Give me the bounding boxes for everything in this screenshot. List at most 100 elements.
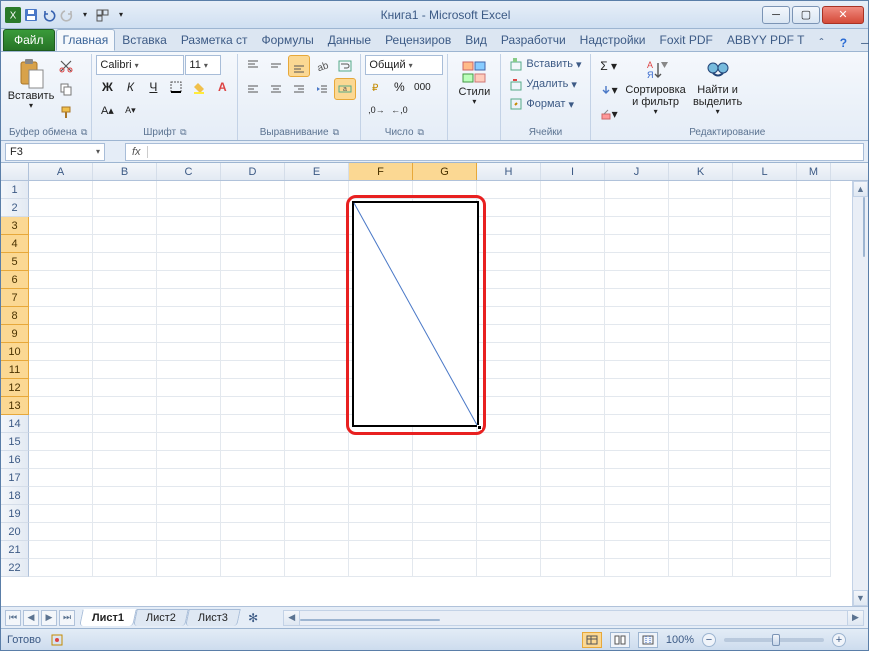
ribbon-tab-7[interactable]: Разработчи (494, 29, 573, 51)
sort-filter-button[interactable]: АЯ Сортировка и фильтр▾ (625, 55, 687, 120)
cell[interactable] (541, 253, 605, 271)
cell[interactable] (797, 541, 831, 559)
cell[interactable] (477, 199, 541, 217)
cell[interactable] (413, 379, 477, 397)
row-header[interactable]: 11 (1, 361, 29, 379)
column-header[interactable]: G (413, 163, 477, 180)
cell[interactable] (733, 415, 797, 433)
cell[interactable] (669, 289, 733, 307)
cell[interactable] (797, 217, 831, 235)
cell[interactable] (413, 217, 477, 235)
font-size-combo[interactable]: 11▾ (185, 55, 221, 75)
cell[interactable] (733, 523, 797, 541)
cell[interactable] (157, 523, 221, 541)
page-layout-view-icon[interactable] (610, 632, 630, 648)
cell[interactable] (605, 289, 669, 307)
cell[interactable] (733, 361, 797, 379)
sheet-tab[interactable]: Лист3 (185, 609, 241, 626)
currency-icon[interactable]: ₽ (365, 76, 387, 98)
cell[interactable] (221, 541, 285, 559)
cell[interactable] (797, 307, 831, 325)
cell[interactable] (93, 487, 157, 505)
cell[interactable] (733, 397, 797, 415)
cell[interactable] (413, 361, 477, 379)
cell[interactable] (349, 235, 413, 253)
cell[interactable] (413, 415, 477, 433)
close-button[interactable]: ✕ (822, 6, 864, 24)
cell[interactable] (413, 235, 477, 253)
cell[interactable] (349, 343, 413, 361)
cell[interactable] (349, 541, 413, 559)
zoom-slider-thumb[interactable] (772, 634, 780, 646)
zoom-slider[interactable] (724, 638, 824, 642)
cell[interactable] (93, 523, 157, 541)
cell[interactable] (797, 559, 831, 577)
cell[interactable] (29, 235, 93, 253)
cell[interactable] (221, 199, 285, 217)
cell[interactable] (477, 289, 541, 307)
cell[interactable] (285, 199, 349, 217)
cell[interactable] (221, 361, 285, 379)
cell[interactable] (541, 325, 605, 343)
cell[interactable] (541, 505, 605, 523)
cell[interactable] (669, 181, 733, 199)
scroll-up-icon[interactable]: ▲ (853, 181, 868, 197)
cell[interactable] (605, 415, 669, 433)
cell[interactable] (285, 415, 349, 433)
cell[interactable] (733, 505, 797, 523)
cell[interactable] (349, 199, 413, 217)
sheet-tab[interactable]: Лист2 (133, 609, 189, 626)
cell[interactable] (29, 181, 93, 199)
cell[interactable] (93, 361, 157, 379)
cell[interactable] (349, 217, 413, 235)
cell[interactable] (285, 325, 349, 343)
ribbon-tab-5[interactable]: Рецензиров (378, 29, 458, 51)
cell[interactable] (413, 433, 477, 451)
cell[interactable] (221, 415, 285, 433)
column-header[interactable]: C (157, 163, 221, 180)
ribbon-tab-10[interactable]: ABBYY PDF T (720, 29, 812, 51)
cell[interactable] (669, 415, 733, 433)
cell[interactable] (349, 523, 413, 541)
cell[interactable] (413, 451, 477, 469)
cell[interactable] (541, 199, 605, 217)
cell[interactable] (733, 325, 797, 343)
cell[interactable] (29, 289, 93, 307)
percent-icon[interactable]: % (388, 76, 410, 98)
row-header[interactable]: 4 (1, 235, 29, 253)
cell[interactable] (29, 361, 93, 379)
cell[interactable] (477, 361, 541, 379)
cell[interactable] (285, 487, 349, 505)
cell[interactable] (349, 415, 413, 433)
cell[interactable] (285, 397, 349, 415)
cell[interactable] (285, 181, 349, 199)
cell[interactable] (157, 559, 221, 577)
scroll-down-icon[interactable]: ▼ (853, 590, 868, 606)
cell[interactable] (93, 397, 157, 415)
format-painter-icon[interactable] (55, 101, 77, 123)
decrease-indent-icon[interactable] (311, 78, 333, 100)
cell[interactable] (797, 271, 831, 289)
cell[interactable] (221, 523, 285, 541)
column-header[interactable]: I (541, 163, 605, 180)
cell[interactable] (605, 559, 669, 577)
cell[interactable] (477, 181, 541, 199)
cell[interactable] (605, 469, 669, 487)
cell[interactable] (477, 487, 541, 505)
cell[interactable] (29, 415, 93, 433)
column-header[interactable]: B (93, 163, 157, 180)
cell[interactable] (285, 217, 349, 235)
cell[interactable] (477, 253, 541, 271)
cell[interactable] (157, 469, 221, 487)
cell[interactable] (221, 289, 285, 307)
cell[interactable] (157, 289, 221, 307)
cell[interactable] (797, 397, 831, 415)
align-top-icon[interactable] (242, 55, 264, 77)
cell[interactable] (285, 361, 349, 379)
cell[interactable] (157, 253, 221, 271)
cell[interactable] (477, 541, 541, 559)
align-left-icon[interactable] (242, 78, 264, 100)
sheet-nav-prev-icon[interactable]: ◀ (23, 610, 39, 626)
cell[interactable] (669, 271, 733, 289)
wrap-text-icon[interactable] (334, 55, 356, 77)
